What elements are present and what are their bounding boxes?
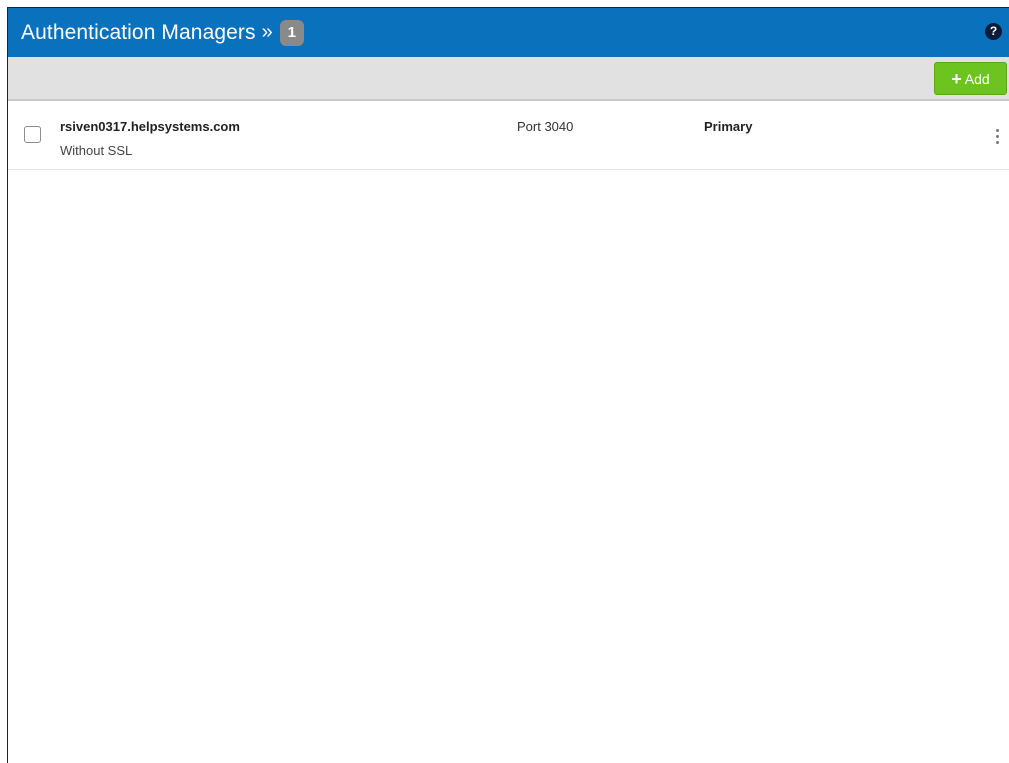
ssl-status: Without SSL: [60, 143, 133, 158]
plus-icon: +: [951, 68, 962, 89]
count-badge: 1: [279, 19, 304, 46]
page-frame: Authentication Managers » 1 ? + Add rsiv…: [0, 0, 1009, 763]
port-value: Port 3040: [517, 119, 574, 134]
page-header: Authentication Managers » 1 ?: [8, 8, 1009, 57]
toolbar: + Add: [8, 57, 1009, 101]
add-button[interactable]: + Add: [934, 62, 1007, 95]
question-circle-icon[interactable]: ?: [985, 23, 1002, 40]
add-button-label: Add: [964, 70, 990, 87]
more-options-icon[interactable]: [993, 129, 1003, 145]
role-value: Primary: [704, 119, 753, 134]
list-item[interactable]: rsiven0317.helpsystems.com Without SSL P…: [8, 103, 1009, 170]
host-name: rsiven0317.helpsystems.com: [60, 119, 240, 134]
row-checkbox[interactable]: [24, 126, 41, 143]
breadcrumb-separator: »: [261, 21, 273, 43]
page-title: Authentication Managers: [21, 20, 256, 44]
